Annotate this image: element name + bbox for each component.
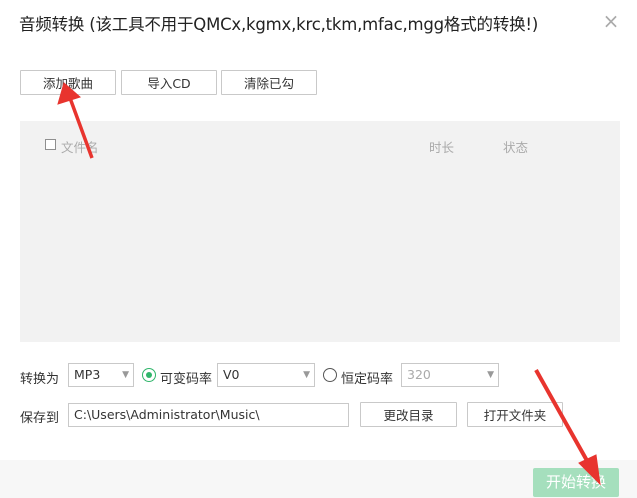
cbr-select: 320 ▼ (401, 363, 499, 387)
vbr-value: V0 (223, 367, 240, 382)
vbr-select[interactable]: V0 ▼ (217, 363, 315, 387)
change-directory-button[interactable]: 更改目录 (360, 402, 457, 427)
convert-to-label: 转换为 (20, 372, 60, 387)
start-convert-button[interactable]: 开始转换 (533, 468, 619, 497)
cbr-label[interactable]: 恒定码率 (341, 368, 393, 387)
save-to-label: 保存到 (20, 411, 60, 426)
save-path-input[interactable]: C:\Users\Administrator\Music\ (68, 403, 349, 427)
vbr-radio[interactable] (142, 368, 156, 382)
chevron-down-icon: ▼ (487, 370, 494, 380)
window-title: 音频转换 (该工具不用于QMCx,kgmx,krc,tkm,mfac,mgg格式… (19, 15, 539, 34)
add-song-button[interactable]: 添加歌曲 (20, 70, 116, 95)
format-value: MP3 (74, 367, 101, 382)
cbr-value: 320 (407, 367, 431, 382)
vbr-label[interactable]: 可变码率 (160, 368, 212, 387)
open-folder-button[interactable]: 打开文件夹 (467, 402, 563, 427)
clear-checked-button[interactable]: 清除已勾 (221, 70, 317, 95)
chevron-down-icon: ▼ (303, 370, 310, 380)
chevron-down-icon: ▼ (122, 370, 129, 380)
column-header-duration: 时长 (429, 140, 455, 155)
import-cd-button[interactable]: 导入CD (121, 70, 217, 95)
cbr-radio[interactable] (323, 368, 337, 382)
select-all-checkbox[interactable] (45, 139, 56, 150)
column-header-status: 状态 (503, 140, 529, 155)
close-icon[interactable]: × (599, 9, 623, 33)
column-header-filename: 文件名 (61, 140, 99, 155)
format-select[interactable]: MP3 ▼ (68, 363, 134, 387)
file-list[interactable] (20, 121, 620, 342)
